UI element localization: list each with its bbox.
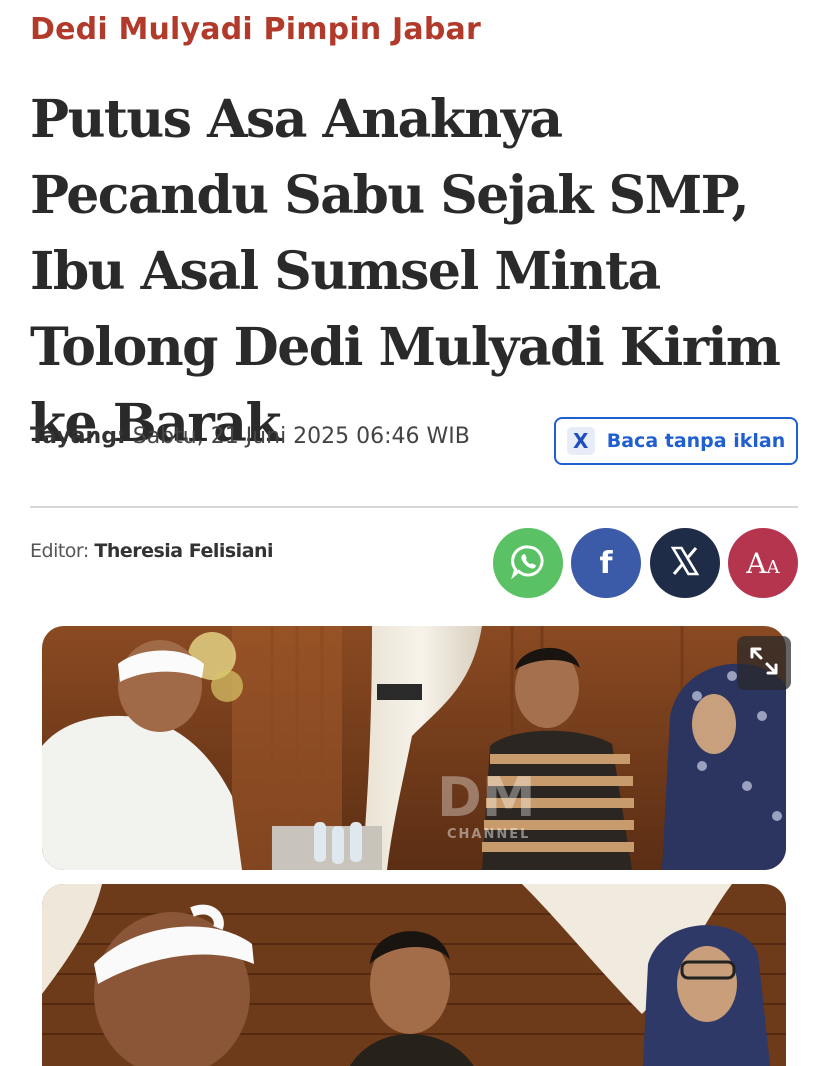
- x-icon: [667, 543, 703, 584]
- share-x-button[interactable]: [650, 528, 720, 598]
- editor-info: Editor: Theresia Felisiani: [30, 540, 274, 562]
- facebook-icon: f: [599, 545, 613, 581]
- read-without-ads-label: Baca tanpa iklan: [606, 430, 786, 452]
- photo-watermark: DM: [437, 766, 536, 829]
- share-whatsapp-button[interactable]: [493, 528, 563, 598]
- photo-watermark-caption: CHANNEL: [447, 827, 530, 842]
- article-photo-1[interactable]: DM CHANNEL: [42, 626, 786, 870]
- font-size-icon: AA: [746, 546, 780, 580]
- expand-icon: [747, 644, 781, 683]
- x-logo-icon: X: [566, 427, 595, 455]
- editor-name[interactable]: Theresia Felisiani: [94, 540, 273, 562]
- font-size-button[interactable]: AA: [728, 528, 798, 598]
- divider: [30, 506, 798, 508]
- section-kicker[interactable]: Dedi Mulyadi Pimpin Jabar: [30, 12, 481, 47]
- share-facebook-button[interactable]: f: [571, 528, 641, 598]
- article-headline: Putus Asa Anaknya Pecandu Sabu Sejak SMP…: [30, 89, 781, 454]
- publish-date: Sabtu, 21 Juni 2025 06:46 WIB: [132, 424, 470, 449]
- whatsapp-icon: [510, 543, 546, 584]
- publish-label: Tayang:: [30, 424, 126, 449]
- read-without-ads-button[interactable]: X Baca tanpa iklan: [554, 417, 798, 465]
- publish-info: Tayang: Sabtu, 21 Juni 2025 06:46 WIB: [30, 424, 470, 449]
- expand-photo-button[interactable]: [737, 636, 791, 690]
- article-photo-2[interactable]: [42, 884, 786, 1066]
- editor-label: Editor:: [30, 540, 89, 562]
